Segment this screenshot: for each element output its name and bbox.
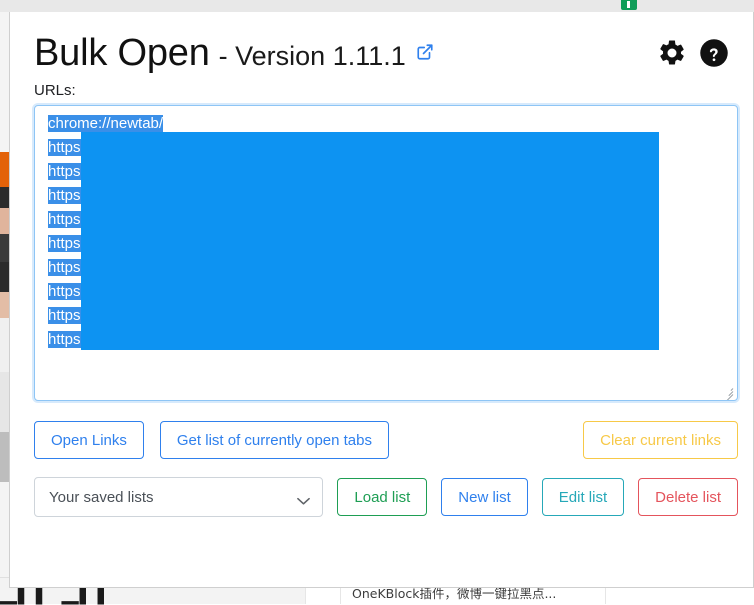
url-line: https: — [48, 139, 85, 156]
actions-left-group: Open Links Get list of currently open ta… — [34, 421, 389, 459]
title-block: Bulk Open - Version 1.11.1 — [34, 34, 434, 72]
url-line: https: — [48, 235, 85, 252]
url-line: https: — [48, 187, 85, 204]
page-title: Bulk Open — [34, 32, 210, 74]
gear-icon[interactable] — [657, 38, 687, 68]
url-line: https: — [48, 283, 85, 300]
saved-lists-select[interactable]: Your saved lists — [34, 477, 324, 517]
actions-row: Open Links Get list of currently open ta… — [34, 421, 738, 459]
saved-lists-select-wrapper: Your saved lists — [34, 477, 324, 517]
open-links-button[interactable]: Open Links — [34, 421, 144, 459]
load-list-button[interactable]: Load list — [337, 478, 428, 516]
external-link-icon[interactable] — [416, 43, 434, 66]
edit-list-button[interactable]: Edit list — [541, 478, 625, 516]
question-mark-icon[interactable] — [699, 38, 729, 68]
popup-header: Bulk Open - Version 1.11.1 — [34, 34, 729, 72]
textarea-selection-overlay — [81, 132, 659, 350]
url-line: https: — [48, 331, 85, 348]
version-label: - Version 1.11.1 — [218, 41, 406, 71]
saved-lists-row: Your saved lists Load list New list Edit… — [34, 477, 738, 517]
textarea-resize-handle[interactable] — [721, 384, 735, 400]
background-left-content-strip — [0, 12, 9, 604]
urls-label: URLs: — [34, 82, 76, 99]
url-line: chrome://newtab/ — [48, 115, 164, 132]
extension-badge-icon — [621, 0, 637, 10]
badge-tick — [627, 1, 630, 8]
url-line: https: — [48, 163, 85, 180]
clear-current-links-button[interactable]: Clear current links — [583, 421, 738, 459]
delete-list-button[interactable]: Delete list — [638, 478, 738, 516]
bulk-open-popup: Bulk Open - Version 1.11.1 URLs: chrome:… — [9, 12, 754, 588]
url-line: https: — [48, 211, 85, 228]
actions-right-group: Clear current links — [583, 421, 738, 459]
get-open-tabs-button[interactable]: Get list of currently open tabs — [159, 421, 389, 459]
url-line: https: — [48, 259, 85, 276]
textarea-overlay-gap — [205, 114, 659, 132]
urls-textarea-wrapper: chrome://newtab/ https: https: https: ht… — [34, 105, 738, 401]
urls-textarea[interactable]: chrome://newtab/ https: https: https: ht… — [34, 105, 738, 401]
header-icon-group — [657, 38, 729, 68]
new-list-button[interactable]: New list — [441, 478, 528, 516]
url-line: https: — [48, 307, 85, 324]
